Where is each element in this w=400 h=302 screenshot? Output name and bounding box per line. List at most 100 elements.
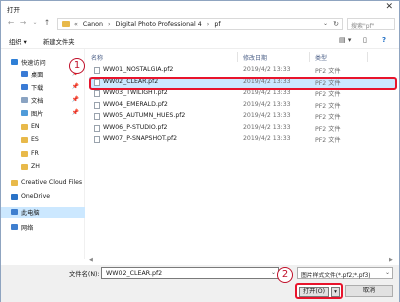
- sidebar-item[interactable]: EN: [1, 122, 85, 133]
- sidebar-item[interactable]: ES: [1, 135, 85, 146]
- sidebar-item[interactable]: Creative Cloud Files: [1, 178, 85, 189]
- back-arrow-icon[interactable]: ←: [5, 18, 17, 27]
- file-row[interactable]: WW01_NOSTALGIA.pf2 2019/4/2 13:33 PF2 文件: [89, 65, 395, 76]
- selected-file-highlight: [89, 77, 397, 90]
- sidebar-item[interactable]: 文档 📌: [1, 95, 85, 106]
- sidebar-item[interactable]: 网络: [1, 222, 85, 233]
- chevron-down-icon[interactable]: ⌄: [385, 269, 390, 276]
- navigation-pane: 快速访问桌面📌下载📌文档📌图片📌ENESFRZHCreative Cloud F…: [1, 49, 85, 259]
- download-icon: [21, 84, 28, 90]
- sidebar-item[interactable]: 图片 📌: [1, 108, 85, 119]
- sidebar-item-label: 桌面: [31, 72, 44, 79]
- breadcrumb-canon[interactable]: Canon: [83, 21, 103, 28]
- breadcrumb-overflow-icon[interactable]: «: [74, 21, 78, 28]
- view-options-icon[interactable]: ▤ ▾: [339, 36, 351, 44]
- organize-button[interactable]: 组织 ▾: [9, 37, 27, 46]
- navigation-bar: ← → ⌄ ↑ « Canon › Digital Photo Professi…: [1, 15, 399, 33]
- folder-icon: [21, 164, 28, 170]
- breadcrumb-pf[interactable]: pf: [214, 21, 220, 28]
- file-row[interactable]: WW04_EMERALD.pf2 2019/4/2 13:33 PF2 文件: [89, 100, 395, 111]
- document-icon: [21, 97, 28, 103]
- sidebar-item[interactable]: ZH: [1, 162, 85, 173]
- sidebar-item-label: FR: [31, 150, 39, 157]
- recent-locations-chevron-icon[interactable]: ⌄: [29, 19, 41, 26]
- sidebar-item-label: EN: [31, 123, 40, 130]
- file-row[interactable]: WW07_P-SNAPSHOT.pf2 2019/4/2 13:33 PF2 文件: [89, 134, 395, 145]
- file-type-filter[interactable]: 图片样式文件(*.pf2;*.pf3) ⌄: [297, 267, 393, 279]
- file-name: WW06_P-STUDIO.pf2: [103, 123, 168, 131]
- open-file-dialog: 打开 ✕ ← → ⌄ ↑ « Canon › Digital Photo Pro…: [0, 0, 400, 302]
- file-row[interactable]: WW05_AUTUMN_HUES.pf2 2019/4/2 13:33 PF2 文件: [89, 111, 395, 122]
- file-name: WW03_TWILIGHT.pf2: [103, 89, 168, 96]
- scroll-right-icon[interactable]: ▶: [389, 257, 393, 263]
- open-split-dropdown-icon[interactable]: ▾: [331, 287, 340, 297]
- sidebar-item-label: 文档: [31, 98, 44, 105]
- address-bar[interactable]: « Canon › Digital Photo Professional 4 ›…: [57, 18, 343, 30]
- file-name: WW07_P-SNAPSHOT.pf2: [103, 135, 178, 142]
- horizontal-scrollbar[interactable]: ◀ ▶: [1, 257, 399, 265]
- search-placeholder: 搜索"pf": [351, 23, 375, 30]
- file-date: 2019/4/2 13:33: [243, 89, 291, 96]
- file-type: PF2 文件: [315, 91, 341, 98]
- sidebar-item-label: Creative Cloud Files: [21, 179, 83, 186]
- new-folder-button[interactable]: 新建文件夹: [43, 37, 74, 46]
- sidebar-item[interactable]: 此电脑: [1, 207, 85, 218]
- column-type[interactable]: 类型: [315, 53, 327, 62]
- file-date: 2019/4/2 13:33: [243, 100, 291, 108]
- callout-2: 2: [277, 267, 293, 283]
- command-toolbar: 组织 ▾ 新建文件夹 ▤ ▾ ▯ ?: [1, 33, 399, 49]
- pin-icon[interactable]: 📌: [72, 96, 79, 103]
- file-type: PF2 文件: [315, 137, 341, 144]
- file-icon: [94, 124, 100, 132]
- pin-icon[interactable]: 📌: [72, 83, 79, 90]
- column-divider[interactable]: [237, 52, 238, 62]
- file-icon: [94, 136, 100, 143]
- scroll-left-icon[interactable]: ◀: [89, 257, 93, 263]
- column-divider[interactable]: [309, 52, 310, 62]
- close-icon[interactable]: ✕: [385, 2, 393, 12]
- sidebar-item[interactable]: 下载 📌: [1, 82, 85, 93]
- breadcrumb-separator-icon[interactable]: ›: [207, 21, 210, 28]
- up-arrow-icon[interactable]: ↑: [41, 18, 53, 27]
- filename-field[interactable]: WW02_CLEAR.pf2 ⌄: [101, 267, 279, 279]
- open-button[interactable]: 打开(O): [299, 287, 329, 297]
- sidebar-item-label: 图片: [31, 111, 44, 118]
- open-button-highlight: 打开(O) ▾: [295, 283, 343, 299]
- chevron-down-icon[interactable]: ⌄: [271, 269, 276, 276]
- file-date: 2019/4/2 13:33: [243, 135, 291, 142]
- help-icon[interactable]: ?: [382, 36, 386, 44]
- folder-icon: [21, 151, 28, 157]
- forward-arrow-icon[interactable]: →: [17, 18, 29, 27]
- file-type: PF2 文件: [315, 68, 341, 75]
- creative-cloud-icon: [11, 180, 18, 186]
- star-icon: [11, 59, 18, 65]
- onedrive-icon: [11, 194, 18, 200]
- breadcrumb-dpp4[interactable]: Digital Photo Professional 4: [116, 21, 202, 28]
- network-icon: [11, 224, 18, 230]
- file-name: WW01_NOSTALGIA.pf2: [103, 66, 174, 73]
- file-date: 2019/4/2 13:33: [243, 112, 291, 119]
- cancel-button[interactable]: 取消: [345, 285, 393, 297]
- column-divider[interactable]: [367, 52, 368, 62]
- file-name: WW04_EMERALD.pf2: [103, 100, 168, 108]
- pin-icon[interactable]: 📌: [72, 109, 79, 116]
- file-row[interactable]: WW06_P-STUDIO.pf2 2019/4/2 13:33 PF2 文件: [89, 123, 395, 134]
- breadcrumb-separator-icon[interactable]: ›: [108, 21, 111, 28]
- column-header: 名称 修改日期 类型: [87, 52, 399, 62]
- sidebar-item[interactable]: OneDrive: [1, 192, 85, 203]
- dialog-footer: 文件名(N): WW02_CLEAR.pf2 ⌄ 图片样式文件(*.pf2;*.…: [1, 265, 399, 302]
- refresh-icon[interactable]: ↻: [333, 20, 339, 28]
- preview-pane-icon[interactable]: ▯: [363, 36, 367, 44]
- sidebar-item[interactable]: FR: [1, 149, 85, 160]
- filename-label: 文件名(N):: [69, 271, 100, 278]
- callout-1: 1: [69, 58, 85, 74]
- file-date: 2019/4/2 13:33: [243, 123, 291, 131]
- sidebar-item-label: ZH: [31, 163, 40, 170]
- desktop-icon: [21, 71, 28, 77]
- file-icon: [94, 67, 100, 74]
- column-name[interactable]: 名称: [91, 53, 103, 62]
- address-dropdown-icon[interactable]: ⌄: [323, 20, 328, 27]
- column-date[interactable]: 修改日期: [243, 53, 267, 62]
- search-input[interactable]: 搜索"pf": [347, 18, 395, 30]
- breadcrumb: « Canon › Digital Photo Professional 4 ›…: [74, 21, 221, 28]
